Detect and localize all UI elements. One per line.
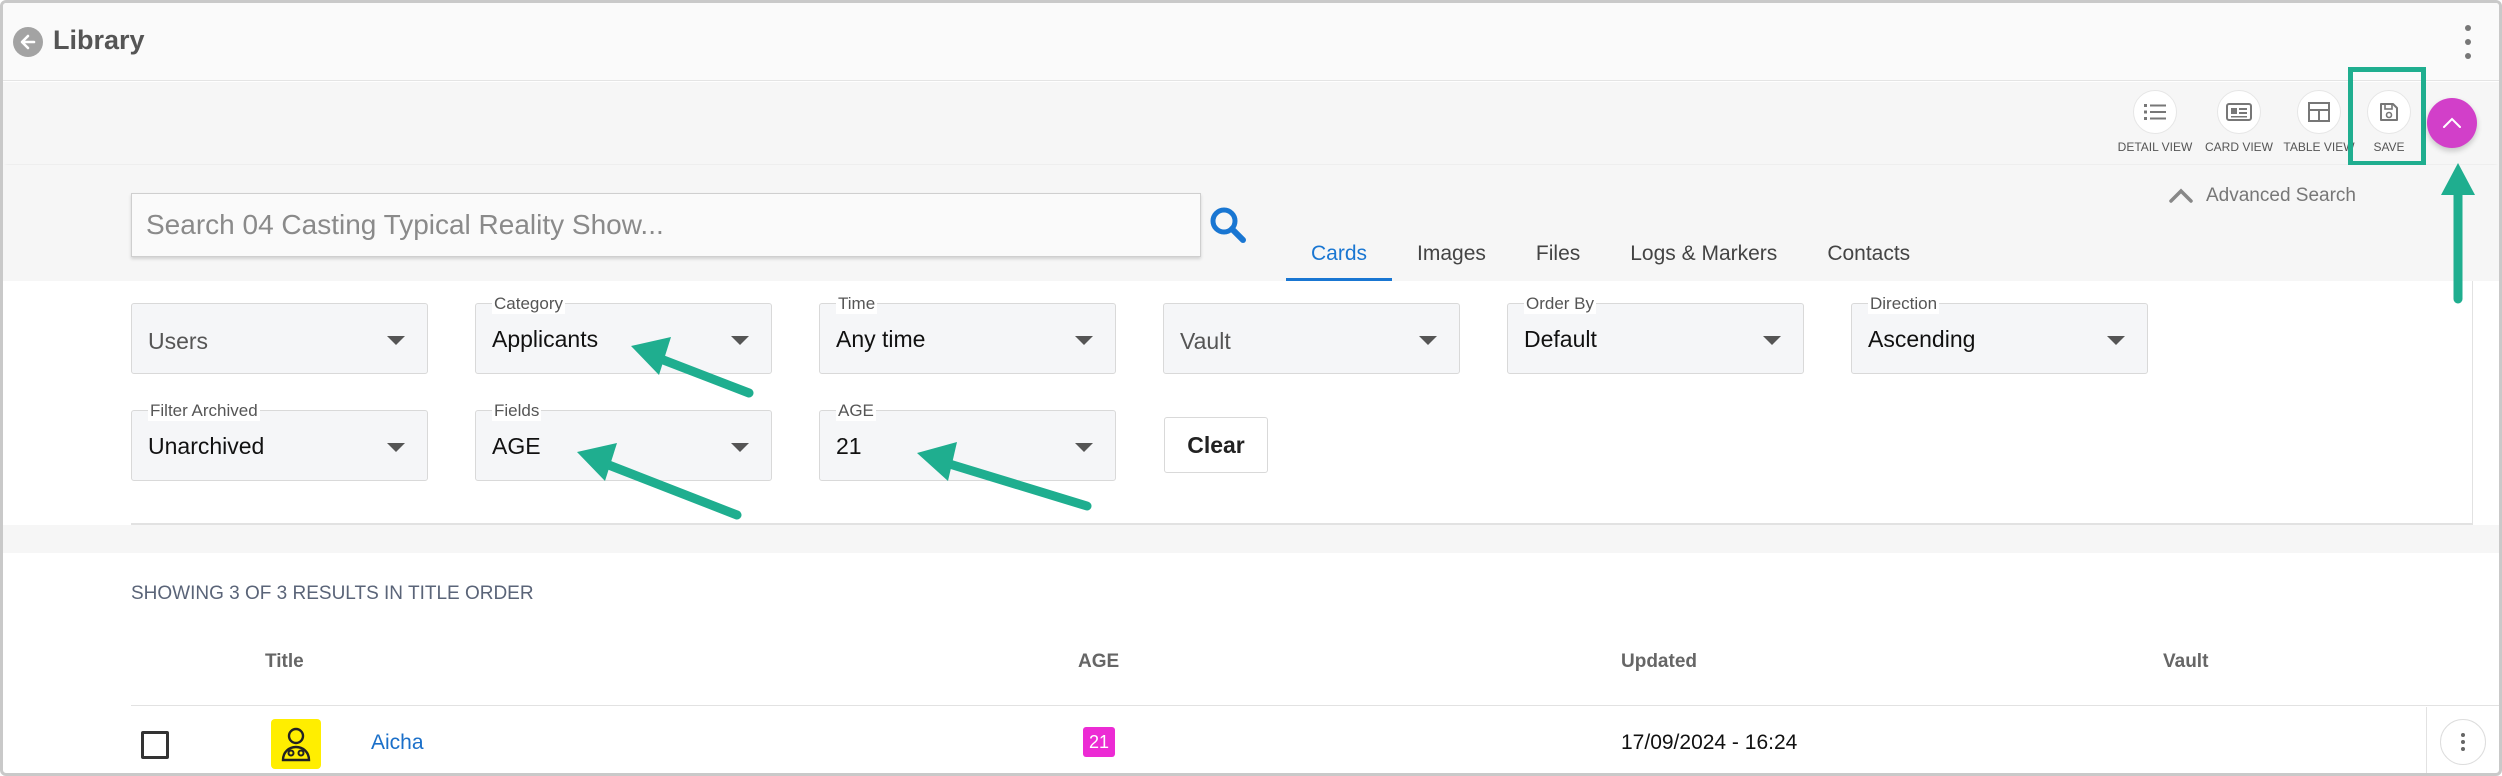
order-by-label: Order By [1524,294,1597,314]
dot-icon [2465,53,2471,59]
caret-down-icon [1763,336,1781,345]
row-checkbox[interactable] [141,731,169,759]
table-view-button[interactable]: TABLE VIEW [2279,90,2359,154]
advanced-search-label: Advanced Search [2206,185,2356,206]
table-view-label: TABLE VIEW [2283,140,2355,154]
caret-down-icon [387,336,405,345]
category-select[interactable]: Category Applicants [475,294,772,374]
age-select[interactable]: AGE 21 [819,401,1116,481]
card-view-button[interactable]: CARD VIEW [2199,90,2279,154]
tab-contacts[interactable]: Contacts [1802,233,1935,281]
advanced-search-toggle[interactable]: Advanced Search [2168,185,2356,207]
chevron-up-icon [2169,188,2193,203]
more-vertical-icon [2461,733,2465,751]
filter-panel: Users Category Applicants Time Any time … [131,281,2473,525]
filter-archived-value: Unarchived [148,433,265,459]
order-by-value: Default [1524,326,1597,352]
tab-images[interactable]: Images [1392,233,1511,281]
top-header: Library [3,3,2499,81]
row-updated: 17/09/2024 - 16:24 [1621,731,1798,754]
fields-value: AGE [492,433,541,459]
view-toolbar: DETAIL VIEW CARD VIEW TABLE VIEW SAVE [3,82,2499,164]
caret-down-icon [1075,336,1093,345]
filter-archived-label: Filter Archived [148,401,260,421]
row-menu-button[interactable] [2440,719,2486,765]
content-tabs: Cards Images Files Logs & Markers Contac… [1286,233,1935,281]
tab-cards[interactable]: Cards [1286,233,1393,281]
users-select-value: Users [148,328,209,354]
caret-down-icon [1075,443,1093,452]
save-annotation-box [2348,67,2426,166]
card-icon [2226,103,2252,121]
caret-down-icon [2107,336,2125,345]
age-value: 21 [836,433,862,459]
direction-value: Ascending [1868,326,1976,352]
person-icon [281,727,311,762]
table-header-divider [131,705,2499,706]
detail-view-button[interactable]: DETAIL VIEW [2115,90,2195,154]
category-value: Applicants [492,326,599,352]
row-title-link[interactable]: Aicha [371,731,424,755]
search-area: Cards Images Files Logs & Markers Contac… [3,165,2499,281]
column-header-title[interactable]: Title [265,651,304,673]
card-view-label: CARD VIEW [2204,140,2273,154]
search-icon[interactable] [1208,205,1248,245]
search-input[interactable] [132,194,1200,256]
category-label: Category [492,294,565,314]
caret-down-icon [731,336,749,345]
page-title: Library [53,25,145,55]
list-icon [2144,104,2166,120]
section-separator [3,525,2499,553]
results-summary: SHOWING 3 OF 3 RESULTS IN TITLE ORDER [131,583,534,604]
fields-label: Fields [492,401,542,421]
tab-files[interactable]: Files [1511,233,1605,281]
time-select[interactable]: Time Any time [819,294,1116,374]
fields-select[interactable]: Fields AGE [475,401,772,481]
direction-select[interactable]: Direction Ascending [1851,294,2148,374]
time-label: Time [836,294,878,314]
direction-label: Direction [1868,294,1940,314]
detail-view-label: DETAIL VIEW [2117,140,2193,154]
back-button[interactable] [13,27,43,57]
caret-down-icon [1419,336,1437,345]
arrow-left-icon [20,34,36,50]
more-options-button[interactable] [2463,25,2473,59]
dot-icon [2465,39,2471,45]
vault-select[interactable]: Vault [1163,303,1460,374]
search-box [131,193,1201,257]
table-icon [2308,102,2330,122]
dot-icon [2465,25,2471,31]
chevron-up-icon [2443,117,2461,128]
order-by-select[interactable]: Order By Default [1507,294,1804,374]
avatar [271,719,321,769]
time-value: Any time [836,326,926,352]
vault-select-value: Vault [1180,328,1231,354]
column-header-age[interactable]: AGE [1078,651,1119,673]
app-window: Library DETAIL VIEW CARD VIEW TABLE VIEW… [0,0,2502,776]
row-action-divider [2426,707,2427,773]
clear-button[interactable]: Clear [1164,417,1268,473]
column-header-vault[interactable]: Vault [2163,651,2208,673]
age-badge: 21 [1083,727,1115,757]
caret-down-icon [731,443,749,452]
column-header-updated[interactable]: Updated [1621,651,1697,673]
caret-down-icon [387,443,405,452]
filter-archived-select[interactable]: Filter Archived Unarchived [131,401,428,481]
age-label: AGE [836,401,876,421]
collapse-fab-button[interactable] [2427,98,2477,148]
users-select[interactable]: Users [131,303,428,374]
tab-logs-markers[interactable]: Logs & Markers [1605,233,1802,281]
